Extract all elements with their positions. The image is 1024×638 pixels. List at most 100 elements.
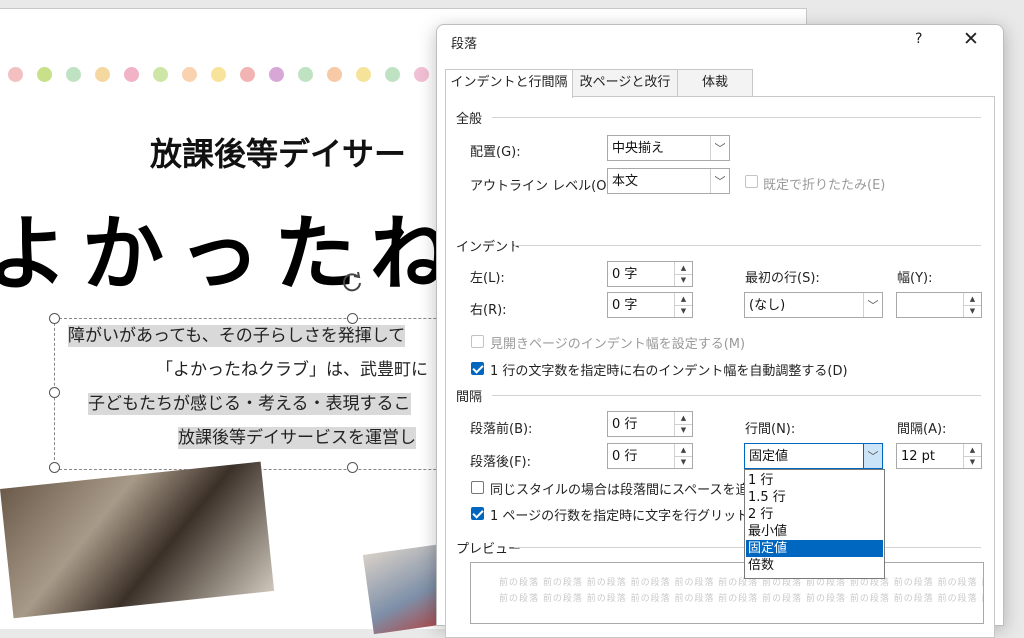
decorative-dot bbox=[298, 67, 313, 82]
decorative-dot bbox=[8, 67, 23, 82]
section-divider bbox=[492, 117, 981, 118]
indent-right-value: 0 字 bbox=[612, 298, 638, 313]
section-divider bbox=[514, 245, 981, 246]
space-after-value: 0 行 bbox=[612, 449, 638, 464]
decorative-dot bbox=[385, 67, 400, 82]
decorative-dot bbox=[356, 67, 371, 82]
auto-adjust-indent-label: 1 行の文字数を指定時に右のインデント幅を自動調整する(D) bbox=[490, 364, 848, 379]
decorative-dot bbox=[124, 67, 139, 82]
space-before-spinner[interactable]: 0 行 ▲ ▼ bbox=[607, 411, 693, 437]
section-general-heading: 全般 bbox=[456, 112, 483, 127]
document-text-line[interactable]: 障がいがあっても、その子らしさを発揮して bbox=[68, 325, 406, 347]
spin-down-icon[interactable]: ▼ bbox=[964, 305, 981, 317]
document-text-line[interactable]: 「よかったねクラブ」は、武豊町に bbox=[156, 359, 428, 381]
auto-adjust-indent-checkbox[interactable] bbox=[471, 362, 484, 375]
document-text-line[interactable]: 放課後等デイサービスを運営し bbox=[178, 427, 416, 449]
decorative-dot bbox=[66, 67, 81, 82]
preview-sample-text: 前の段落 前の段落 前の段落 前の段落 前の段落 前の段落 前の段落 前の段落 … bbox=[499, 578, 984, 588]
spin-down-icon[interactable]: ▼ bbox=[675, 274, 692, 286]
first-line-label: 最初の行(S): bbox=[745, 271, 820, 286]
section-indent-heading: インデント bbox=[456, 240, 522, 255]
tab-line-page-breaks[interactable]: 改ページと改行 bbox=[572, 69, 678, 96]
line-spacing-dropdown-list: 1 行 1.5 行 2 行 最小値 固定値 倍数 bbox=[744, 469, 885, 579]
mirror-indents-checkbox[interactable] bbox=[471, 335, 484, 348]
line-spacing-option[interactable]: 2 行 bbox=[746, 506, 883, 523]
outline-level-value: 本文 bbox=[612, 174, 639, 189]
snap-to-grid-checkbox[interactable] bbox=[471, 507, 484, 520]
line-spacing-select[interactable]: 固定値 ﹀ bbox=[744, 443, 883, 469]
section-preview-heading: プレビュー bbox=[456, 542, 522, 557]
chevron-down-icon: ﹀ bbox=[863, 293, 882, 317]
spin-down-icon[interactable]: ▼ bbox=[964, 456, 981, 468]
same-style-spacing-label: 同じスタイルの場合は段落間にスペースを追加し bbox=[490, 483, 775, 498]
chevron-down-icon: ﹀ bbox=[710, 136, 729, 160]
line-spacing-option[interactable]: 倍数 bbox=[746, 557, 883, 574]
decorative-dot bbox=[182, 67, 197, 82]
indent-width-label: 幅(Y): bbox=[897, 271, 933, 286]
spacing-at-spinner[interactable]: 12 pt ▲ ▼ bbox=[896, 443, 982, 469]
spin-down-icon[interactable]: ▼ bbox=[675, 456, 692, 468]
decorative-dot bbox=[153, 67, 168, 82]
document-big-title[interactable]: よかったね bbox=[0, 187, 466, 306]
section-spacing-heading: 間隔 bbox=[456, 390, 483, 405]
collapsed-checkbox[interactable] bbox=[745, 175, 758, 188]
spin-down-icon[interactable]: ▼ bbox=[675, 424, 692, 436]
tab-asian-typography[interactable]: 体裁 bbox=[677, 69, 753, 96]
resize-handle[interactable] bbox=[347, 462, 358, 473]
line-spacing-value: 固定値 bbox=[749, 449, 789, 464]
space-before-label: 段落前(B): bbox=[470, 422, 533, 437]
same-style-spacing-checkbox[interactable] bbox=[471, 481, 484, 494]
outline-level-select[interactable]: 本文 ﹀ bbox=[607, 168, 730, 194]
indent-right-label: 右(R): bbox=[470, 303, 507, 318]
help-button[interactable]: ? bbox=[915, 31, 922, 47]
spin-down-icon[interactable]: ▼ bbox=[675, 305, 692, 317]
preview-sample-text: 前の段落 前の段落 前の段落 前の段落 前の段落 前の段落 前の段落 前の段落 … bbox=[499, 594, 984, 604]
resize-handle[interactable] bbox=[49, 313, 60, 324]
chevron-down-icon: ﹀ bbox=[710, 169, 729, 193]
resize-handle[interactable] bbox=[347, 313, 358, 324]
decorative-dot bbox=[414, 67, 429, 82]
line-spacing-option[interactable]: 1 行 bbox=[746, 472, 883, 489]
tab-indent-spacing[interactable]: インデントと行間隔 bbox=[445, 69, 573, 98]
decorative-dot bbox=[269, 67, 284, 82]
indent-left-spinner[interactable]: 0 字 ▲ ▼ bbox=[607, 261, 693, 287]
spacing-at-label: 間隔(A): bbox=[897, 422, 947, 437]
document-text-line[interactable]: 子どもたちが感じる・考える・表現するこ bbox=[88, 393, 411, 415]
resize-handle[interactable] bbox=[49, 387, 60, 398]
classroom-photo[interactable] bbox=[0, 461, 275, 619]
decorative-dot bbox=[37, 67, 52, 82]
alignment-select[interactable]: 中央揃え ﹀ bbox=[607, 135, 730, 161]
document-subtitle[interactable]: 放課後等デイサー bbox=[150, 129, 406, 175]
first-line-value: (なし) bbox=[749, 298, 786, 313]
decorative-dot bbox=[327, 67, 342, 82]
snap-to-grid-label: 1 ページの行数を指定時に文字を行グリッド線( bbox=[490, 509, 768, 524]
outline-level-label: アウトライン レベル(O): bbox=[470, 179, 616, 194]
mirror-indents-label: 見開きページのインデント幅を設定する(M) bbox=[490, 337, 746, 352]
indent-left-label: 左(L): bbox=[470, 271, 505, 286]
indent-width-spinner[interactable]: ▲ ▼ bbox=[896, 292, 982, 318]
line-spacing-option[interactable]: 1.5 行 bbox=[746, 489, 883, 506]
space-before-value: 0 行 bbox=[612, 417, 638, 432]
indent-left-value: 0 字 bbox=[612, 267, 638, 282]
collapsed-label: 既定で折りたたみ(E) bbox=[763, 178, 886, 193]
section-divider bbox=[492, 395, 981, 396]
resize-handle[interactable] bbox=[49, 462, 60, 473]
paragraph-preview: 前の段落 前の段落 前の段落 前の段落 前の段落 前の段落 前の段落 前の段落 … bbox=[470, 562, 984, 624]
spacing-at-value: 12 pt bbox=[901, 449, 936, 464]
space-after-label: 段落後(F): bbox=[470, 455, 532, 470]
decorative-dot bbox=[211, 67, 226, 82]
line-spacing-option[interactable]: 最小値 bbox=[746, 523, 883, 540]
line-spacing-option-selected[interactable]: 固定値 bbox=[746, 540, 883, 557]
indent-right-spinner[interactable]: 0 字 ▲ ▼ bbox=[607, 292, 693, 318]
first-line-select[interactable]: (なし) ﹀ bbox=[744, 292, 883, 318]
alignment-label: 配置(G): bbox=[470, 145, 521, 160]
line-spacing-label: 行間(N): bbox=[745, 422, 796, 437]
rotate-handle-icon[interactable] bbox=[340, 269, 364, 293]
paragraph-dialog: 段落 ? ✕ インデントと行間隔 改ページと改行 体裁 bbox=[436, 24, 1004, 638]
space-after-spinner[interactable]: 0 行 ▲ ▼ bbox=[607, 443, 693, 469]
decorative-dot bbox=[95, 67, 110, 82]
close-button[interactable]: ✕ bbox=[963, 28, 979, 50]
alignment-value: 中央揃え bbox=[612, 141, 665, 156]
dialog-title: 段落 bbox=[451, 37, 478, 52]
decorative-dot bbox=[240, 67, 255, 82]
